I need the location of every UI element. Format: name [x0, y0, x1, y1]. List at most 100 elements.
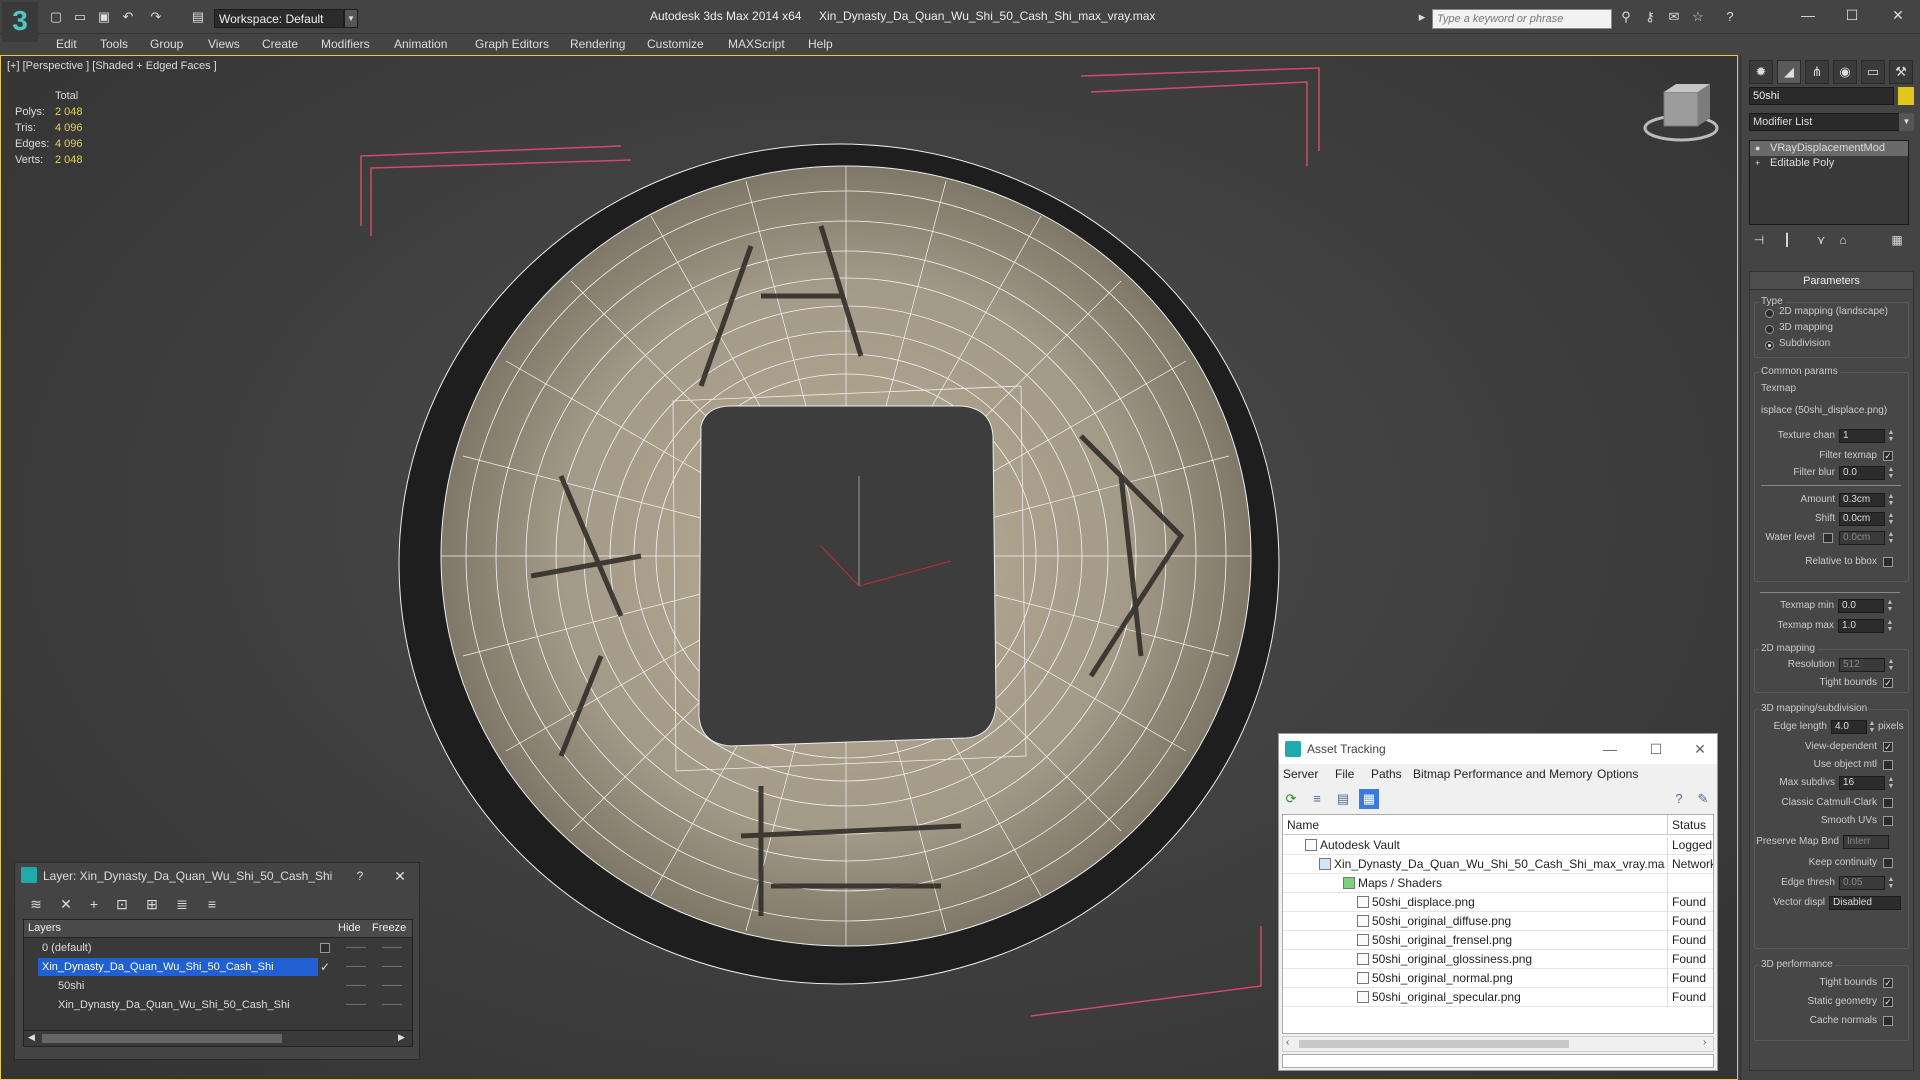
modify-tab-icon[interactable]: ◢	[1777, 60, 1801, 84]
spinner-arrows-icon[interactable]: ▲ ▼	[1887, 776, 1895, 790]
delete-layer-icon[interactable]: ✕	[55, 893, 77, 915]
object-name-input[interactable]: 50shi	[1749, 87, 1894, 105]
spinner-arrows-icon[interactable]: ▲ ▼	[1887, 531, 1895, 545]
menu-options[interactable]: Options	[1597, 767, 1638, 781]
asset-row[interactable]: 50shi_original_normal.png Found	[1283, 969, 1713, 988]
thumbnail-view-icon[interactable]: ▤	[1333, 789, 1353, 809]
vector-displ-select[interactable]: Disabled	[1829, 896, 1901, 910]
radio-subdivision[interactable]	[1765, 341, 1774, 350]
radio-2d-mapping[interactable]	[1765, 309, 1774, 318]
expand-arrow-icon[interactable]: ▸	[1414, 9, 1430, 25]
asset-row[interactable]: Autodesk Vault Logged	[1283, 836, 1713, 855]
radio-3d-mapping[interactable]	[1765, 325, 1774, 334]
show-end-result-icon[interactable]: ┃	[1777, 230, 1797, 250]
expand-plus-icon[interactable]: +	[1755, 158, 1763, 168]
object-color-swatch[interactable]	[1898, 87, 1914, 105]
workspace-select[interactable]: Workspace: Default	[214, 9, 344, 28]
configure-sets-icon[interactable]: ▦	[1887, 230, 1907, 250]
help-icon[interactable]: ?	[1669, 789, 1689, 809]
menu-bitmap-performance[interactable]: Bitmap Performance and Memory	[1413, 767, 1592, 781]
spinner-arrows-icon[interactable]: ▲ ▼	[1887, 876, 1895, 890]
redo-icon[interactable]: ↷	[148, 9, 164, 25]
menu-modifiers[interactable]: Modifiers	[321, 34, 370, 54]
water-level-checkbox[interactable]	[1823, 533, 1833, 543]
cache-normals-checkbox[interactable]	[1883, 1016, 1893, 1026]
menu-customize[interactable]: Customize	[647, 34, 704, 54]
static-geometry-checkbox[interactable]: ✓	[1883, 997, 1893, 1007]
settings-help-icon[interactable]: ✎	[1693, 789, 1713, 809]
scroll-right-icon[interactable]: ▶	[398, 1032, 405, 1043]
scroll-right-icon[interactable]: ›	[1703, 1037, 1706, 1048]
maximize-icon[interactable]: ☐	[1645, 738, 1667, 760]
classic-catmull-clark-checkbox[interactable]	[1883, 798, 1893, 808]
open-file-icon[interactable]: ▭	[72, 9, 88, 25]
search-input[interactable]: Type a keyword or phrase	[1432, 9, 1612, 29]
amount-spinner[interactable]: 0.3cm	[1839, 493, 1885, 507]
texmap-max-spinner[interactable]: 1.0	[1838, 619, 1884, 633]
minimize-icon[interactable]: —	[1798, 5, 1818, 25]
save-icon[interactable]: ▣	[96, 9, 112, 25]
shift-spinner[interactable]: 0.0cm	[1839, 512, 1885, 526]
asset-row[interactable]: 50shi_original_diffuse.png Found	[1283, 912, 1713, 931]
menu-server[interactable]: Server	[1283, 767, 1318, 781]
spinner-arrows-icon[interactable]: ▲ ▼	[1868, 720, 1876, 734]
layer-row[interactable]: 50shi —— ——	[24, 977, 412, 995]
add-to-layer-icon[interactable]: +	[83, 893, 105, 915]
table-view-icon[interactable]: ▦	[1359, 789, 1379, 809]
app-logo-icon[interactable]: 3	[2, 2, 38, 42]
menu-rendering[interactable]: Rendering	[570, 34, 625, 54]
preserve-map-bnd-select[interactable]: Interr	[1843, 835, 1889, 849]
texture-chan-spinner[interactable]: 1	[1839, 429, 1885, 443]
tight-bounds-2d-checkbox[interactable]: ✓	[1883, 678, 1893, 688]
menu-views[interactable]: Views	[208, 34, 240, 54]
column-name[interactable]: Name	[1287, 818, 1319, 832]
stack-item-vraydisplacementmod[interactable]: ● VRayDisplacementMod	[1750, 141, 1908, 156]
asset-path-input[interactable]	[1282, 1054, 1714, 1068]
motion-tab-icon[interactable]: ◉	[1833, 60, 1857, 84]
layers-stack-icon[interactable]: ≋	[25, 893, 47, 915]
spinner-arrows-icon[interactable]: ▲ ▼	[1887, 493, 1895, 507]
close-icon[interactable]: ✕	[389, 865, 411, 887]
utilities-tab-icon[interactable]: ⚒	[1889, 60, 1913, 84]
help-icon[interactable]: ?	[1722, 9, 1738, 25]
project-folder-icon[interactable]: ▤	[190, 9, 206, 25]
current-layer-checkbox[interactable]	[320, 943, 330, 953]
list-view-icon[interactable]: ≡	[1307, 789, 1327, 809]
column-hide[interactable]: Hide	[338, 922, 361, 934]
asset-row[interactable]: Xin_Dynasty_Da_Quan_Wu_Shi_50_Cash_Shi_m…	[1283, 855, 1713, 874]
select-objects-icon[interactable]: ⊡	[111, 893, 133, 915]
relative-bbox-checkbox[interactable]	[1883, 557, 1893, 567]
max-subdivs-spinner[interactable]: 16	[1839, 776, 1885, 790]
spinner-arrows-icon[interactable]: ▲ ▼	[1887, 512, 1895, 526]
spinner-arrows-icon[interactable]: ▲ ▼	[1887, 658, 1895, 672]
menu-tools[interactable]: Tools	[100, 34, 128, 54]
asset-horizontal-scrollbar[interactable]: ‹ ›	[1282, 1036, 1714, 1052]
asset-dialog-titlebar[interactable]: Asset Tracking — ☐ ✕	[1279, 734, 1717, 764]
new-file-icon[interactable]: ▢	[48, 9, 64, 25]
close-icon[interactable]: ✕	[1689, 738, 1711, 760]
binoculars-icon[interactable]: ⚲	[1618, 9, 1634, 25]
menu-create[interactable]: Create	[262, 34, 298, 54]
refresh-icon[interactable]: ⟳	[1281, 789, 1301, 809]
menu-file[interactable]: File	[1335, 767, 1354, 781]
edge-thresh-spinner[interactable]: 0.05	[1839, 876, 1885, 890]
spinner-arrows-icon[interactable]: ▲ ▼	[1886, 619, 1894, 633]
spinner-arrows-icon[interactable]: ▲ ▼	[1886, 599, 1894, 613]
view-dependent-checkbox[interactable]: ✓	[1883, 742, 1893, 752]
smooth-uvs-checkbox[interactable]	[1883, 816, 1893, 826]
display-tab-icon[interactable]: ▭	[1861, 60, 1885, 84]
hide-all-icon[interactable]: ≣	[171, 893, 193, 915]
menu-help[interactable]: Help	[808, 34, 833, 54]
layer-row[interactable]: Xin_Dynasty_Da_Quan_Wu_Shi_50_Cash_Shi ✓…	[24, 958, 412, 976]
key-icon[interactable]: ⚷	[1642, 9, 1658, 25]
spinner-arrows-icon[interactable]: ▲ ▼	[1887, 466, 1895, 480]
undo-icon[interactable]: ↶	[120, 9, 136, 25]
rollout-header[interactable]: Parameters	[1750, 272, 1913, 290]
active-check-icon[interactable]: ✓	[320, 958, 330, 976]
texmap-button[interactable]: isplace (50shi_displace.png)	[1761, 403, 1906, 419]
spinner-arrows-icon[interactable]: ▲ ▼	[1887, 429, 1895, 443]
communication-icon[interactable]: ✉	[1666, 9, 1682, 25]
layer-horizontal-scrollbar[interactable]: ◀ ▶	[24, 1030, 412, 1046]
asset-row[interactable]: 50shi_displace.png Found	[1283, 893, 1713, 912]
edge-length-spinner[interactable]: 4.0	[1831, 720, 1867, 734]
